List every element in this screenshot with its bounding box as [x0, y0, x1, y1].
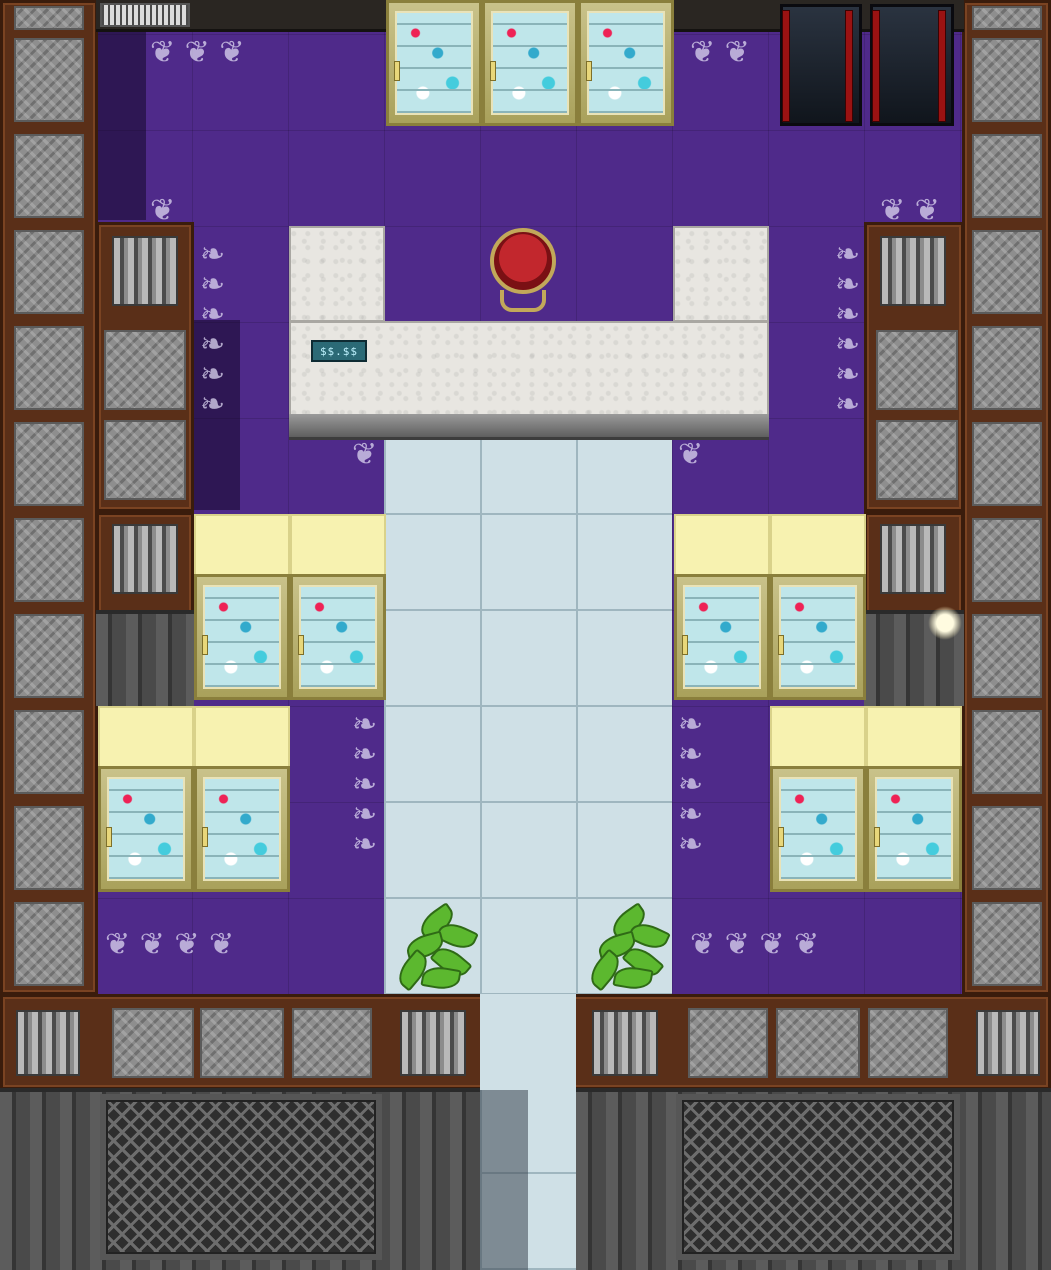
- drink-cooler[interactable]: [290, 574, 386, 700]
- wall-stone-panel: [876, 330, 958, 410]
- wall-stone-panel: [14, 230, 84, 314]
- wall-stone-panel: [776, 1008, 860, 1078]
- wall-stone-panel: [14, 902, 84, 986]
- counter-left-wing[interactable]: [289, 226, 385, 322]
- wall-vent-icon: [976, 1010, 1040, 1076]
- carpet-swirl-decoration: ❦: [352, 437, 378, 472]
- wall-stone-panel: [14, 614, 84, 698]
- wall-vent-icon: [880, 524, 946, 594]
- wall-vent-icon: [400, 1010, 466, 1076]
- game-map: ❦ ❦ ❦ ❦ ❦ ❦ ❦ ❦ ❧ ❧ ❧ ❧ ❧ ❧ ❧ ❧ ❧ ❧ ❧ ❧ ❦ ❦ ❧ ❧ ❧ ❧ ❧ …: [0, 0, 1051, 1270]
- wall-stone-panel: [688, 1008, 768, 1078]
- drink-cooler[interactable]: [194, 766, 290, 892]
- door-handle-rail: [845, 10, 853, 122]
- wall-stone-panel: [14, 6, 84, 30]
- carpet-swirl-decoration: ❧ ❧ ❧ ❧ ❧ ❧: [835, 237, 861, 422]
- wall-stone-panel: [972, 422, 1042, 506]
- potted-plant-icon[interactable]: [388, 902, 484, 997]
- cash-register-icon[interactable]: $$.$$: [311, 340, 367, 362]
- cooler-top: [770, 514, 866, 576]
- wall-stone-panel: [868, 1008, 948, 1078]
- wall-vent-icon: [592, 1010, 658, 1076]
- wall-vent-icon: [112, 236, 178, 306]
- wall-vent-icon: [112, 524, 178, 594]
- wall-stone-panel: [14, 806, 84, 890]
- wall-stone-panel: [972, 614, 1042, 698]
- carpet-swirl-decoration: ❦ ❦ ❦ ❦: [690, 927, 820, 962]
- carpet-swirl-decoration: ❦ ❦ ❦ ❦: [105, 927, 235, 962]
- walkway-shadow: [480, 1090, 528, 1270]
- wall-vent-icon: [16, 1010, 80, 1076]
- ceiling-grate-icon: [100, 3, 190, 27]
- cooler-top: [98, 706, 194, 768]
- chair-legs: [500, 290, 546, 312]
- carpet-swirl-decoration: ❧ ❧ ❧ ❧ ❧: [678, 707, 704, 862]
- carpet-swirl-decoration: ❦ ❦ ❦: [150, 35, 245, 70]
- wall-stone-panel: [112, 1008, 194, 1078]
- drink-cooler[interactable]: [770, 574, 866, 700]
- wall-stone-panel: [972, 326, 1042, 410]
- wall-stone-panel: [104, 330, 186, 410]
- cooler-top: [866, 706, 962, 768]
- wall-stone-panel: [972, 710, 1042, 794]
- wall-stone-panel: [14, 518, 84, 602]
- drink-cooler[interactable]: [482, 0, 578, 126]
- door-handle-rail: [872, 10, 880, 122]
- counter-front-edge: [289, 414, 769, 440]
- wall-stone-panel: [972, 38, 1042, 122]
- shop-counter[interactable]: [289, 321, 769, 417]
- cooler-top: [770, 706, 866, 768]
- metal-wall-panel: [96, 610, 194, 706]
- carpet-shadow: [96, 30, 146, 220]
- wall-stone-panel: [104, 420, 186, 500]
- wall-stone-panel: [876, 420, 958, 500]
- wall-stone-panel: [14, 710, 84, 794]
- drink-cooler[interactable]: [578, 0, 674, 126]
- storefront-grate-icon: [100, 1094, 382, 1260]
- carpet-swirl-decoration: ❦: [678, 437, 704, 472]
- drink-cooler[interactable]: [98, 766, 194, 892]
- wall-stone-panel: [14, 326, 84, 410]
- wall-stone-panel: [292, 1008, 372, 1078]
- wall-stone-panel: [200, 1008, 284, 1078]
- door-handle-rail: [938, 10, 946, 122]
- cooler-top: [194, 514, 290, 576]
- wall-stone-panel: [972, 806, 1042, 890]
- wall-lamp-icon: [928, 606, 962, 640]
- drink-cooler[interactable]: [770, 766, 866, 892]
- counter-right-wing[interactable]: [673, 226, 769, 322]
- carpet-swirl-decoration: ❧ ❧ ❧ ❧ ❧ ❧: [200, 237, 226, 422]
- cooler-top: [674, 514, 770, 576]
- carpet-swirl-decoration: ❦ ❦: [690, 35, 750, 70]
- wall-vent-icon: [880, 236, 946, 306]
- entrance-gap: [480, 994, 576, 1090]
- drink-cooler[interactable]: [674, 574, 770, 700]
- wall-stone-panel: [972, 518, 1042, 602]
- wall-stone-panel: [972, 6, 1042, 30]
- wall-stone-panel: [972, 902, 1042, 986]
- wall-stone-panel: [14, 134, 84, 218]
- wall-stone-panel: [972, 134, 1042, 218]
- wall-stone-panel: [14, 38, 84, 122]
- potted-plant-icon[interactable]: [580, 902, 676, 997]
- drink-cooler[interactable]: [386, 0, 482, 126]
- red-throne-chair-icon[interactable]: [490, 228, 556, 294]
- wall-stone-panel: [972, 230, 1042, 314]
- cooler-top: [194, 706, 290, 768]
- cooler-top: [290, 514, 386, 576]
- carpet-swirl-decoration: ❧ ❧ ❧ ❧ ❧: [352, 707, 378, 862]
- storefront-grate-icon: [676, 1094, 960, 1260]
- drink-cooler[interactable]: [194, 574, 290, 700]
- door-handle-rail: [782, 10, 790, 122]
- drink-cooler[interactable]: [866, 766, 962, 892]
- wall-stone-panel: [14, 422, 84, 506]
